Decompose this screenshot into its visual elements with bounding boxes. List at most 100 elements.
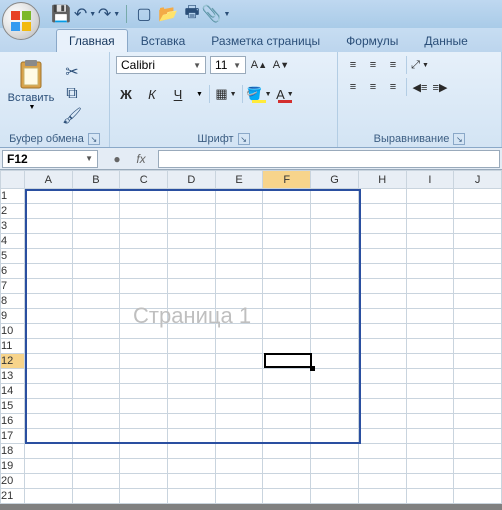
cell-A6[interactable] [24, 264, 72, 279]
cell-C8[interactable] [120, 294, 168, 309]
cell-H21[interactable] [358, 489, 406, 504]
cell-J6[interactable] [454, 264, 502, 279]
row-header-18[interactable]: 18 [1, 444, 25, 459]
cell-A2[interactable] [24, 204, 72, 219]
cell-B6[interactable] [72, 264, 120, 279]
new-icon[interactable]: ▢ [135, 5, 153, 23]
cell-C5[interactable] [120, 249, 168, 264]
cell-I21[interactable] [406, 489, 454, 504]
cell-B18[interactable] [72, 444, 120, 459]
cell-A17[interactable] [24, 429, 72, 444]
copy-icon[interactable]: ⧉ [64, 86, 80, 102]
cell-J21[interactable] [454, 489, 502, 504]
row-header-10[interactable]: 10 [1, 324, 25, 339]
cell-D4[interactable] [168, 234, 216, 249]
col-header-A[interactable]: A [24, 171, 72, 189]
cell-A4[interactable] [24, 234, 72, 249]
alignment-launcher-icon[interactable]: ↘ [453, 133, 465, 145]
cell-A15[interactable] [24, 399, 72, 414]
cell-G7[interactable] [311, 279, 359, 294]
cell-H11[interactable] [358, 339, 406, 354]
cell-A8[interactable] [24, 294, 72, 309]
cell-E17[interactable] [215, 429, 263, 444]
tab-data[interactable]: Данные [411, 29, 480, 52]
cell-H19[interactable] [358, 459, 406, 474]
cell-B9[interactable] [72, 309, 120, 324]
bold-button[interactable]: Ж [116, 84, 136, 104]
row-header-12[interactable]: 12 [1, 354, 25, 369]
paste-button[interactable]: Вставить ▼ [6, 56, 56, 131]
cell-B5[interactable] [72, 249, 120, 264]
cell-F16[interactable] [263, 414, 311, 429]
cell-C10[interactable] [120, 324, 168, 339]
cell-F15[interactable] [263, 399, 311, 414]
cell-E19[interactable] [215, 459, 263, 474]
cell-C21[interactable] [120, 489, 168, 504]
redo-icon[interactable]: ↷▼ [100, 5, 118, 23]
cell-H18[interactable] [358, 444, 406, 459]
cell-E4[interactable] [215, 234, 263, 249]
cell-J19[interactable] [454, 459, 502, 474]
cell-E13[interactable] [215, 369, 263, 384]
row-header-8[interactable]: 8 [1, 294, 25, 309]
cell-I19[interactable] [406, 459, 454, 474]
align-right-icon[interactable]: ≡ [384, 78, 402, 96]
cell-A18[interactable] [24, 444, 72, 459]
cell-A11[interactable] [24, 339, 72, 354]
cell-C20[interactable] [120, 474, 168, 489]
cell-J15[interactable] [454, 399, 502, 414]
cell-D6[interactable] [168, 264, 216, 279]
row-header-15[interactable]: 15 [1, 399, 25, 414]
cell-B21[interactable] [72, 489, 120, 504]
cell-G8[interactable] [311, 294, 359, 309]
cell-B11[interactable] [72, 339, 120, 354]
cell-B4[interactable] [72, 234, 120, 249]
cell-I11[interactable] [406, 339, 454, 354]
cell-A1[interactable] [24, 189, 72, 204]
col-header-F[interactable]: F [263, 171, 311, 189]
clipboard-launcher-icon[interactable]: ↘ [88, 133, 100, 145]
cell-F4[interactable] [263, 234, 311, 249]
cell-G2[interactable] [311, 204, 359, 219]
cell-B16[interactable] [72, 414, 120, 429]
col-header-B[interactable]: B [72, 171, 120, 189]
cell-A20[interactable] [24, 474, 72, 489]
row-header-19[interactable]: 19 [1, 459, 25, 474]
save-icon[interactable]: 💾 [52, 5, 70, 23]
cell-F14[interactable] [263, 384, 311, 399]
cell-C19[interactable] [120, 459, 168, 474]
cell-J1[interactable] [454, 189, 502, 204]
cell-G15[interactable] [311, 399, 359, 414]
cell-H13[interactable] [358, 369, 406, 384]
cell-C18[interactable] [120, 444, 168, 459]
align-middle-icon[interactable]: ≡ [364, 56, 382, 74]
cut-icon[interactable]: ✂ [64, 64, 80, 80]
font-launcher-icon[interactable]: ↘ [238, 133, 250, 145]
cell-I7[interactable] [406, 279, 454, 294]
row-header-6[interactable]: 6 [1, 264, 25, 279]
cell-H14[interactable] [358, 384, 406, 399]
cell-F10[interactable] [263, 324, 311, 339]
cell-C1[interactable] [120, 189, 168, 204]
cell-I3[interactable] [406, 219, 454, 234]
cell-E14[interactable] [215, 384, 263, 399]
cell-I1[interactable] [406, 189, 454, 204]
row-header-16[interactable]: 16 [1, 414, 25, 429]
cell-G20[interactable] [311, 474, 359, 489]
cell-B19[interactable] [72, 459, 120, 474]
font-size-combo[interactable]: 11 ▼ [210, 56, 246, 74]
cell-B10[interactable] [72, 324, 120, 339]
cell-F3[interactable] [263, 219, 311, 234]
cell-D10[interactable] [168, 324, 216, 339]
cell-J2[interactable] [454, 204, 502, 219]
select-all-corner[interactable] [1, 171, 25, 189]
cell-E6[interactable] [215, 264, 263, 279]
cell-C17[interactable] [120, 429, 168, 444]
align-center-icon[interactable]: ≡ [364, 78, 382, 96]
cell-E16[interactable] [215, 414, 263, 429]
cell-C4[interactable] [120, 234, 168, 249]
cell-C11[interactable] [120, 339, 168, 354]
row-header-7[interactable]: 7 [1, 279, 25, 294]
align-top-icon[interactable]: ≡ [344, 56, 362, 74]
cell-I8[interactable] [406, 294, 454, 309]
